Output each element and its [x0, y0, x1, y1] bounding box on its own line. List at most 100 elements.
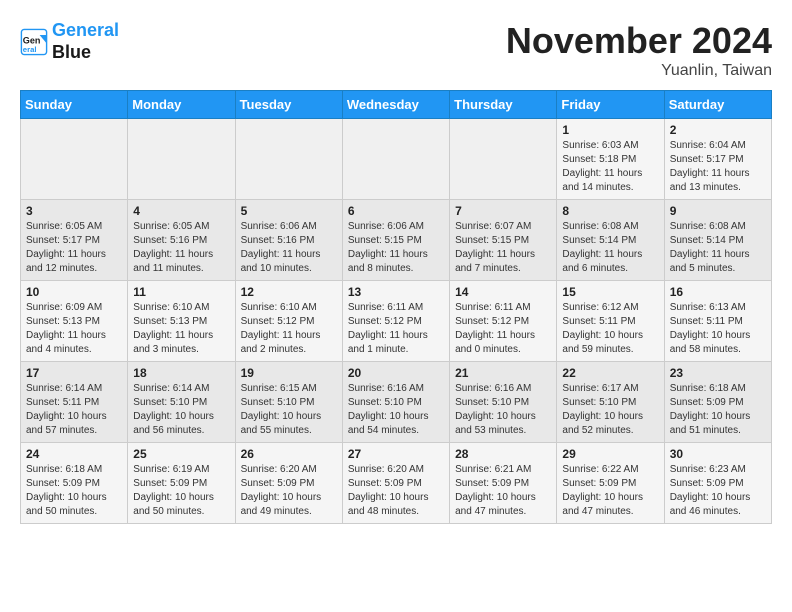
day-number: 19 [241, 366, 337, 380]
calendar-cell [21, 119, 128, 200]
calendar-cell: 1 Sunrise: 6:03 AM Sunset: 5:18 PM Daylig… [557, 119, 664, 200]
svg-text:eral: eral [23, 44, 37, 53]
calendar-cell: 16 Sunrise: 6:13 AM Sunset: 5:11 PM Dayli… [664, 281, 771, 362]
calendar-cell: 10 Sunrise: 6:09 AM Sunset: 5:13 PM Dayli… [21, 281, 128, 362]
day-info: Sunrise: 6:21 AM Sunset: 5:09 PM Dayligh… [455, 463, 551, 519]
logo-text: GeneralBlue [52, 20, 119, 63]
weekday-header-row: SundayMondayTuesdayWednesdayThursdayFrid… [21, 91, 772, 119]
day-info: Sunrise: 6:08 AM Sunset: 5:14 PM Dayligh… [670, 220, 766, 276]
day-info: Sunrise: 6:14 AM Sunset: 5:10 PM Dayligh… [133, 382, 229, 438]
calendar-cell: 28 Sunrise: 6:21 AM Sunset: 5:09 PM Dayli… [450, 443, 557, 524]
calendar-cell: 7 Sunrise: 6:07 AM Sunset: 5:15 PM Daylig… [450, 200, 557, 281]
day-info: Sunrise: 6:10 AM Sunset: 5:13 PM Dayligh… [133, 301, 229, 357]
calendar-cell [235, 119, 342, 200]
day-number: 13 [348, 285, 444, 299]
day-number: 12 [241, 285, 337, 299]
day-number: 21 [455, 366, 551, 380]
day-info: Sunrise: 6:16 AM Sunset: 5:10 PM Dayligh… [348, 382, 444, 438]
day-info: Sunrise: 6:23 AM Sunset: 5:09 PM Dayligh… [670, 463, 766, 519]
day-info: Sunrise: 6:17 AM Sunset: 5:10 PM Dayligh… [562, 382, 658, 438]
calendar-cell: 11 Sunrise: 6:10 AM Sunset: 5:13 PM Dayli… [128, 281, 235, 362]
day-number: 2 [670, 123, 766, 137]
day-info: Sunrise: 6:06 AM Sunset: 5:16 PM Dayligh… [241, 220, 337, 276]
day-info: Sunrise: 6:08 AM Sunset: 5:14 PM Dayligh… [562, 220, 658, 276]
calendar-cell: 13 Sunrise: 6:11 AM Sunset: 5:12 PM Dayli… [342, 281, 449, 362]
calendar-cell: 9Sunrise: 6:08 AM Sunset: 5:14 PM Daylig… [664, 200, 771, 281]
calendar-cell: 3Sunrise: 6:05 AM Sunset: 5:17 PM Daylig… [21, 200, 128, 281]
day-info: Sunrise: 6:18 AM Sunset: 5:09 PM Dayligh… [26, 463, 122, 519]
calendar-cell: 25 Sunrise: 6:19 AM Sunset: 5:09 PM Dayli… [128, 443, 235, 524]
day-info: Sunrise: 6:12 AM Sunset: 5:11 PM Dayligh… [562, 301, 658, 357]
day-info: Sunrise: 6:19 AM Sunset: 5:09 PM Dayligh… [133, 463, 229, 519]
calendar-cell: 17Sunrise: 6:14 AM Sunset: 5:11 PM Dayli… [21, 362, 128, 443]
day-number: 14 [455, 285, 551, 299]
day-number: 17 [26, 366, 122, 380]
calendar-cell: 15 Sunrise: 6:12 AM Sunset: 5:11 PM Dayli… [557, 281, 664, 362]
calendar-cell: 20Sunrise: 6:16 AM Sunset: 5:10 PM Dayli… [342, 362, 449, 443]
weekday-header-thursday: Thursday [450, 91, 557, 119]
day-number: 6 [348, 204, 444, 218]
calendar-cell: 12 Sunrise: 6:10 AM Sunset: 5:12 PM Dayli… [235, 281, 342, 362]
day-number: 28 [455, 447, 551, 461]
svg-text:Gen: Gen [23, 35, 41, 45]
weekday-header-friday: Friday [557, 91, 664, 119]
calendar-cell: 4 Sunrise: 6:05 AM Sunset: 5:16 PM Daylig… [128, 200, 235, 281]
day-number: 27 [348, 447, 444, 461]
calendar-cell: 23Sunrise: 6:18 AM Sunset: 5:09 PM Dayli… [664, 362, 771, 443]
day-number: 8 [562, 204, 658, 218]
calendar-cell: 29Sunrise: 6:22 AM Sunset: 5:09 PM Dayli… [557, 443, 664, 524]
calendar-week-1: 1 Sunrise: 6:03 AM Sunset: 5:18 PM Daylig… [21, 119, 772, 200]
day-info: Sunrise: 6:03 AM Sunset: 5:18 PM Dayligh… [562, 139, 658, 195]
month-title: November 2024 [506, 20, 772, 62]
calendar-week-4: 17Sunrise: 6:14 AM Sunset: 5:11 PM Dayli… [21, 362, 772, 443]
day-info: Sunrise: 6:06 AM Sunset: 5:15 PM Dayligh… [348, 220, 444, 276]
day-number: 5 [241, 204, 337, 218]
weekday-header-wednesday: Wednesday [342, 91, 449, 119]
day-info: Sunrise: 6:20 AM Sunset: 5:09 PM Dayligh… [241, 463, 337, 519]
day-number: 7 [455, 204, 551, 218]
calendar-table: SundayMondayTuesdayWednesdayThursdayFrid… [20, 90, 772, 524]
weekday-header-sunday: Sunday [21, 91, 128, 119]
calendar-cell: 26 Sunrise: 6:20 AM Sunset: 5:09 PM Dayli… [235, 443, 342, 524]
day-number: 30 [670, 447, 766, 461]
day-number: 11 [133, 285, 229, 299]
day-info: Sunrise: 6:09 AM Sunset: 5:13 PM Dayligh… [26, 301, 122, 357]
day-number: 23 [670, 366, 766, 380]
day-info: Sunrise: 6:05 AM Sunset: 5:16 PM Dayligh… [133, 220, 229, 276]
day-number: 22 [562, 366, 658, 380]
day-info: Sunrise: 6:04 AM Sunset: 5:17 PM Dayligh… [670, 139, 766, 195]
calendar-cell: 18 Sunrise: 6:14 AM Sunset: 5:10 PM Dayli… [128, 362, 235, 443]
location: Yuanlin, Taiwan [506, 62, 772, 80]
day-info: Sunrise: 6:11 AM Sunset: 5:12 PM Dayligh… [348, 301, 444, 357]
day-number: 10 [26, 285, 122, 299]
weekday-header-tuesday: Tuesday [235, 91, 342, 119]
calendar-cell: 27Sunrise: 6:20 AM Sunset: 5:09 PM Dayli… [342, 443, 449, 524]
day-number: 29 [562, 447, 658, 461]
day-info: Sunrise: 6:13 AM Sunset: 5:11 PM Dayligh… [670, 301, 766, 357]
day-number: 15 [562, 285, 658, 299]
page-header: Gen eral GeneralBlue November 2024 Yuanl… [20, 20, 772, 80]
day-number: 4 [133, 204, 229, 218]
calendar-cell: 5 Sunrise: 6:06 AM Sunset: 5:16 PM Daylig… [235, 200, 342, 281]
calendar-cell: 2 Sunrise: 6:04 AM Sunset: 5:17 PM Daylig… [664, 119, 771, 200]
day-number: 16 [670, 285, 766, 299]
calendar-cell: 6 Sunrise: 6:06 AM Sunset: 5:15 PM Daylig… [342, 200, 449, 281]
day-info: Sunrise: 6:07 AM Sunset: 5:15 PM Dayligh… [455, 220, 551, 276]
day-number: 24 [26, 447, 122, 461]
calendar-cell: 21Sunrise: 6:16 AM Sunset: 5:10 PM Dayli… [450, 362, 557, 443]
day-number: 25 [133, 447, 229, 461]
calendar-cell: 8 Sunrise: 6:08 AM Sunset: 5:14 PM Daylig… [557, 200, 664, 281]
day-number: 26 [241, 447, 337, 461]
calendar-week-3: 10 Sunrise: 6:09 AM Sunset: 5:13 PM Dayli… [21, 281, 772, 362]
calendar-cell [128, 119, 235, 200]
calendar-week-5: 24 Sunrise: 6:18 AM Sunset: 5:09 PM Dayli… [21, 443, 772, 524]
calendar-cell [450, 119, 557, 200]
weekday-header-saturday: Saturday [664, 91, 771, 119]
calendar-week-2: 3Sunrise: 6:05 AM Sunset: 5:17 PM Daylig… [21, 200, 772, 281]
day-number: 1 [562, 123, 658, 137]
day-info: Sunrise: 6:10 AM Sunset: 5:12 PM Dayligh… [241, 301, 337, 357]
logo: Gen eral GeneralBlue [20, 20, 119, 63]
day-number: 18 [133, 366, 229, 380]
day-number: 3 [26, 204, 122, 218]
calendar-cell: 19Sunrise: 6:15 AM Sunset: 5:10 PM Dayli… [235, 362, 342, 443]
